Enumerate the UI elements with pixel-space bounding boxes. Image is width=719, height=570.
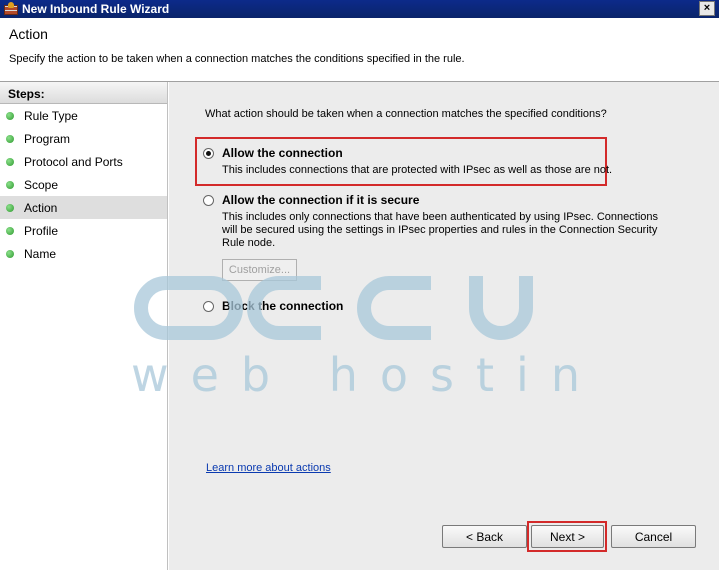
step-label: Program bbox=[24, 131, 71, 146]
step-action[interactable]: Action bbox=[0, 196, 167, 219]
step-status-icon bbox=[6, 111, 14, 120]
close-icon: × bbox=[703, 2, 711, 14]
step-name[interactable]: Name bbox=[0, 242, 167, 265]
step-profile[interactable]: Profile bbox=[0, 219, 167, 242]
option-description: This includes connections that are prote… bbox=[222, 164, 613, 176]
step-status-icon bbox=[6, 226, 14, 235]
allow-radio[interactable] bbox=[203, 148, 214, 159]
customize-button[interactable]: Customize... bbox=[222, 259, 297, 281]
step-scope[interactable]: Scope bbox=[0, 173, 167, 196]
steps-panel: Steps: Rule Type Program Protocol and Po… bbox=[0, 82, 168, 570]
page-title: Action bbox=[9, 26, 48, 42]
step-status-icon bbox=[6, 180, 14, 189]
steps-title: Steps: bbox=[0, 82, 167, 104]
option-label: Allow the connection bbox=[222, 146, 343, 160]
option-label: Block the connection bbox=[222, 299, 344, 313]
firewall-icon bbox=[4, 2, 18, 16]
step-status-icon bbox=[6, 203, 14, 212]
option-description: This includes only connections that have… bbox=[222, 211, 658, 249]
close-button[interactable]: × bbox=[699, 1, 715, 16]
step-protocol-and-ports[interactable]: Protocol and Ports bbox=[0, 150, 167, 173]
allow-secure-radio[interactable] bbox=[203, 195, 214, 206]
wizard-header: Action Specify the action to be taken wh… bbox=[0, 18, 719, 82]
learn-more-link[interactable]: Learn more about actions bbox=[206, 462, 331, 474]
action-question: What action should be taken when a conne… bbox=[205, 108, 607, 120]
page-description: Specify the action to be taken when a co… bbox=[9, 53, 465, 65]
option-label: Allow the connection if it is secure bbox=[222, 193, 420, 207]
step-status-icon bbox=[6, 134, 14, 143]
back-button[interactable]: < Back bbox=[442, 525, 527, 548]
main-panel: What action should be taken when a conne… bbox=[169, 82, 719, 570]
step-label: Rule Type bbox=[24, 108, 78, 123]
step-rule-type[interactable]: Rule Type bbox=[0, 104, 167, 127]
highlight-box bbox=[527, 521, 607, 552]
step-label: Profile bbox=[24, 223, 59, 238]
step-status-icon bbox=[6, 249, 14, 258]
step-label: Action bbox=[24, 200, 58, 215]
window-title: New Inbound Rule Wizard bbox=[22, 2, 170, 16]
step-label: Name bbox=[24, 246, 57, 261]
step-status-icon bbox=[6, 157, 14, 166]
block-radio[interactable] bbox=[203, 301, 214, 312]
highlight-box bbox=[195, 137, 607, 186]
step-label: Protocol and Ports bbox=[24, 154, 123, 169]
step-label: Scope bbox=[24, 177, 59, 192]
title-bar: New Inbound Rule Wizard × bbox=[0, 0, 719, 18]
step-program[interactable]: Program bbox=[0, 127, 167, 150]
cancel-button[interactable]: Cancel bbox=[611, 525, 696, 548]
